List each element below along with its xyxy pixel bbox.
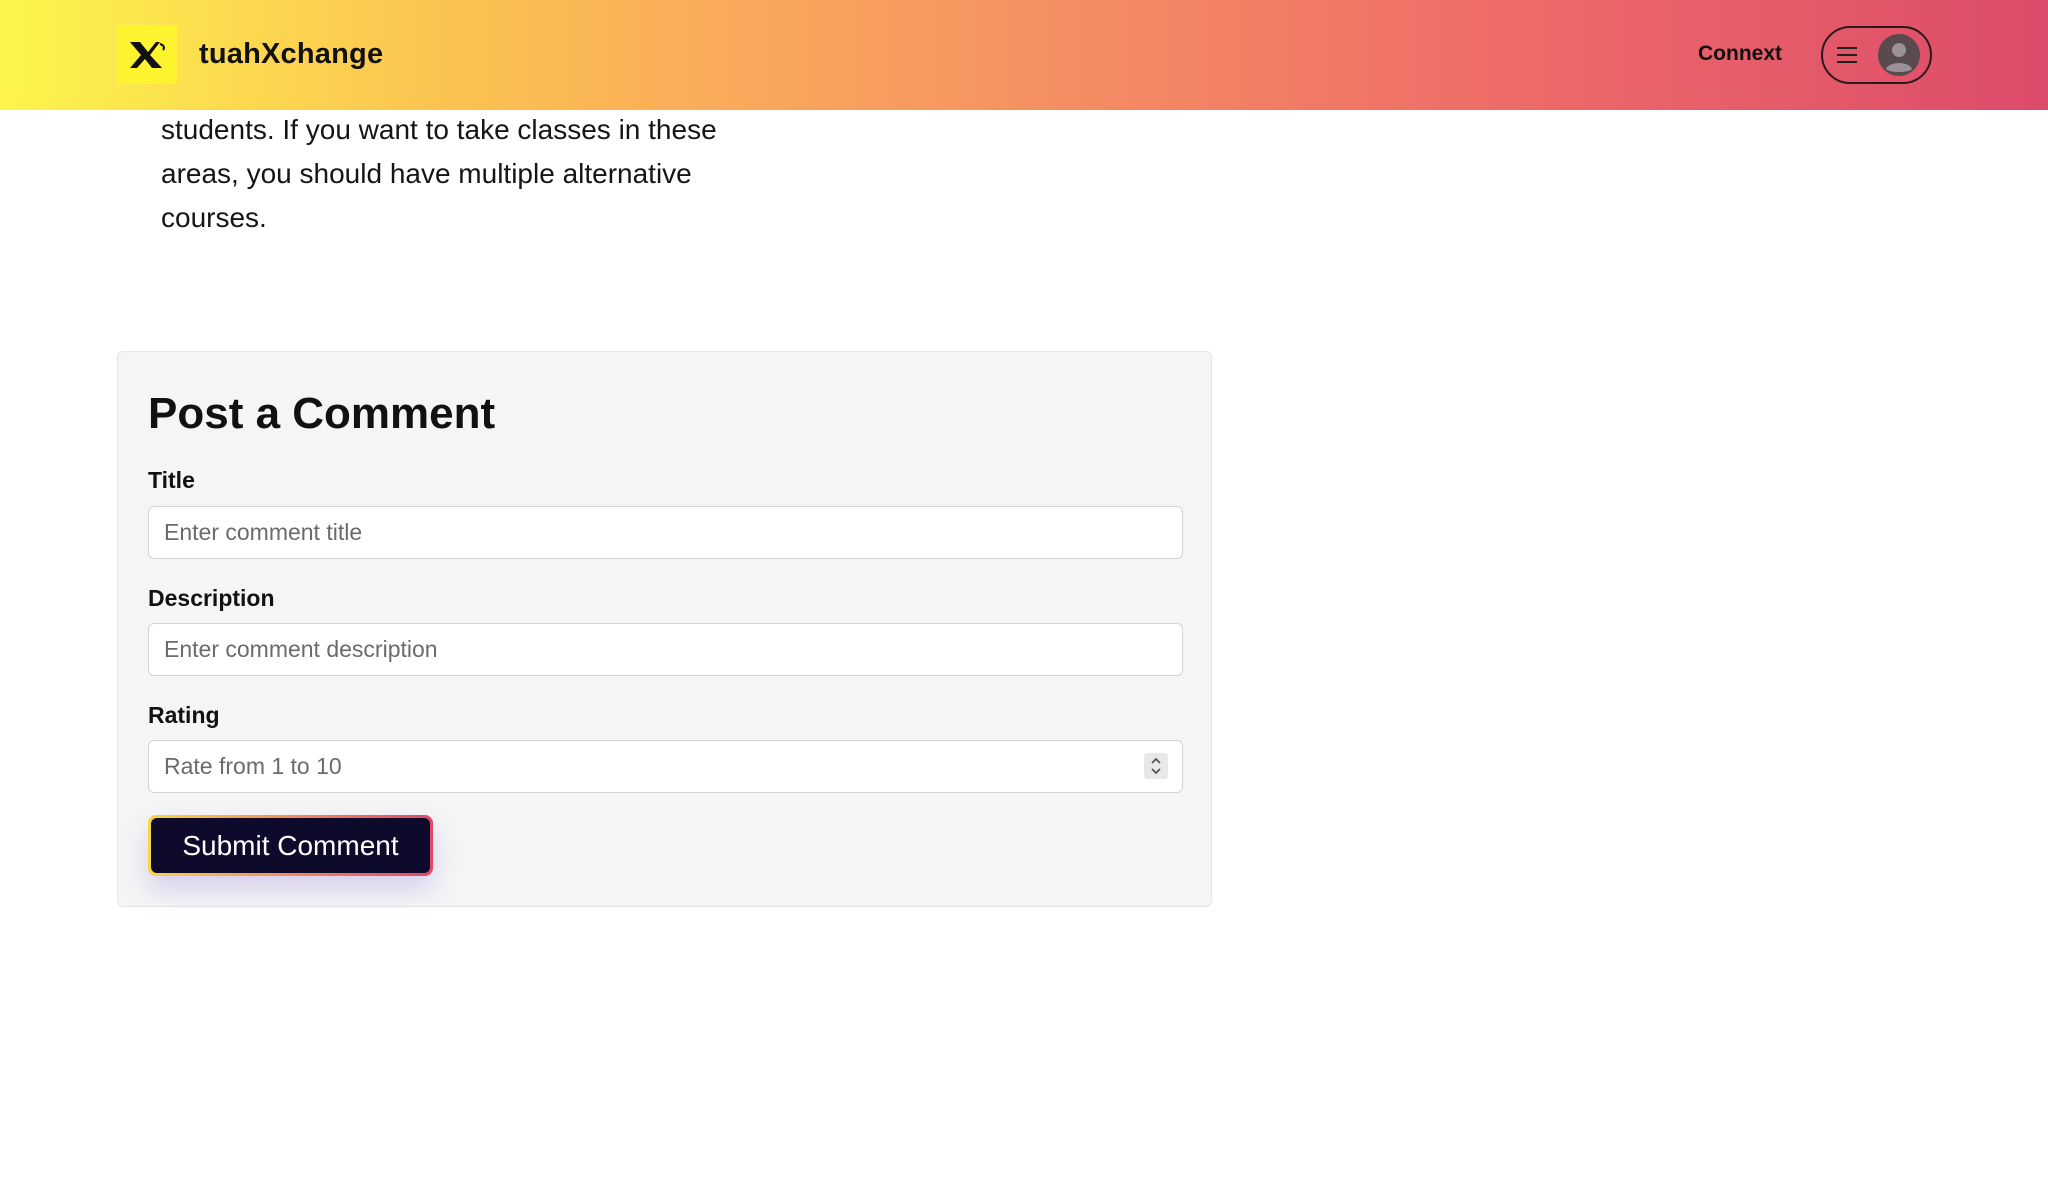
- rating-stepper[interactable]: [1144, 753, 1168, 779]
- user-avatar-icon: [1878, 34, 1920, 76]
- x-logo-icon[interactable]: [117, 25, 177, 84]
- submit-comment-button-border: Submit Comment: [148, 815, 433, 876]
- rating-field: [148, 740, 1183, 793]
- user-menu-button[interactable]: [1821, 26, 1932, 84]
- top-navbar: tuahXchange Connext: [0, 0, 2048, 110]
- comment-title-input[interactable]: [148, 506, 1183, 559]
- nav-link-connext[interactable]: Connext: [1698, 42, 1782, 66]
- rating-label: Rating: [148, 702, 220, 728]
- comment-description-input[interactable]: [148, 623, 1183, 676]
- course-description-text: students. If you want to take classes in…: [161, 114, 717, 233]
- description-label: Description: [148, 585, 275, 611]
- post-comment-card: Post a Comment Title Description Rating …: [117, 351, 1212, 907]
- rating-number-input[interactable]: [148, 740, 1183, 793]
- stepper-arrows-icon: [1151, 757, 1161, 775]
- post-comment-heading: Post a Comment: [148, 389, 496, 438]
- hamburger-icon: [1837, 47, 1857, 63]
- submit-comment-button[interactable]: Submit Comment: [151, 818, 430, 873]
- title-label: Title: [148, 467, 195, 493]
- brand-name[interactable]: tuahXchange: [199, 38, 383, 71]
